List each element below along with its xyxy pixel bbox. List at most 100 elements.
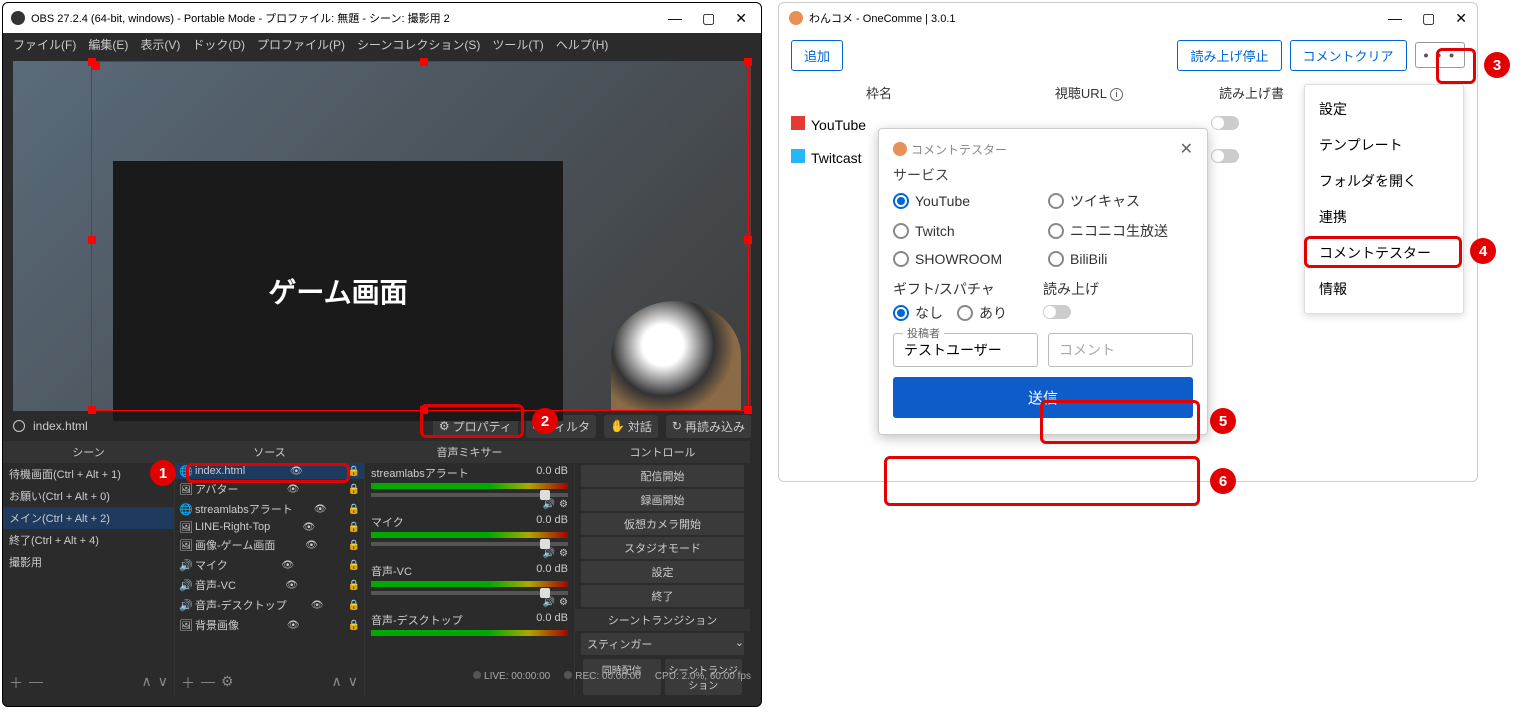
start-stream-button[interactable]: 配信開始 (581, 465, 744, 487)
menu-open-folder[interactable]: フォルダを開く (1305, 163, 1463, 199)
service-radio-niconico[interactable]: ニコニコ生放送 (1048, 221, 1193, 241)
submit-button[interactable]: 送信 (893, 377, 1193, 418)
stop-tts-button[interactable]: 読み上げ停止 (1177, 40, 1281, 71)
lock-icon[interactable]: 🔒 (348, 522, 360, 533)
service-radio-twitch[interactable]: Twitch (893, 221, 1038, 241)
clear-comments-button[interactable]: コメントクリア (1290, 40, 1407, 71)
lock-icon[interactable]: 🔒 (348, 620, 360, 631)
scene-item[interactable]: 終了(Ctrl + Alt + 4) (3, 529, 174, 551)
source-down-button[interactable]: ∨ (348, 673, 358, 693)
gift-radio-yes[interactable]: あり (957, 303, 1007, 323)
visibility-icon[interactable]: 👁 (285, 580, 298, 591)
lock-icon[interactable]: 🔒 (348, 540, 360, 551)
service-radio-bilibili[interactable]: BiliBili (1048, 251, 1193, 267)
gear-icon[interactable]: ⚙ (559, 499, 568, 510)
menu-file[interactable]: ファイル(F) (13, 36, 76, 53)
source-item[interactable]: 🖼画像-ゲーム画面👁🔒 (175, 535, 364, 555)
add-source-button[interactable]: ＋ (181, 673, 195, 693)
service-radio-twicas[interactable]: ツイキャス (1048, 191, 1193, 211)
visibility-icon[interactable]: 👁 (287, 620, 300, 631)
obs-preview[interactable]: ゲーム画面 (13, 61, 751, 411)
close-button[interactable]: ✕ (1455, 10, 1467, 27)
source-settings-button[interactable]: ⚙ (221, 673, 234, 693)
visibility-icon[interactable]: 👁 (311, 600, 324, 611)
menu-comment-tester[interactable]: コメントテスター (1305, 235, 1463, 271)
volume-slider[interactable] (371, 542, 568, 546)
start-record-button[interactable]: 録画開始 (581, 489, 744, 511)
scene-item[interactable]: 撮影用 (3, 551, 174, 573)
menu-tools[interactable]: ツール(T) (492, 36, 543, 53)
tts-toggle[interactable] (1211, 149, 1239, 163)
close-button[interactable]: ✕ (1180, 139, 1193, 159)
service-radio-showroom[interactable]: SHOWROOM (893, 251, 1038, 267)
source-item[interactable]: 🔊音声-デスクトップ👁🔒 (175, 595, 364, 615)
menu-settings[interactable]: 設定 (1305, 91, 1463, 127)
transition-select[interactable]: スティンガー ⌄ (581, 633, 744, 655)
volume-slider[interactable] (371, 493, 568, 497)
lock-icon[interactable]: 🔒 (348, 600, 360, 611)
menu-edit[interactable]: 編集(E) (88, 36, 128, 53)
scene-down-button[interactable]: ∨ (158, 673, 168, 693)
scene-item[interactable]: 待機画面(Ctrl + Alt + 1) (3, 463, 174, 485)
mute-icon[interactable]: 🔊 (543, 548, 555, 559)
menu-profile[interactable]: プロファイル(P) (257, 36, 345, 53)
comment-input[interactable] (1048, 333, 1193, 367)
more-menu-button[interactable]: • • • (1415, 42, 1465, 68)
source-up-button[interactable]: ∧ (332, 673, 342, 693)
menu-info[interactable]: 情報 (1305, 271, 1463, 307)
menu-template[interactable]: テンプレート (1305, 127, 1463, 163)
menu-scenecollection[interactable]: シーンコレクション(S) (357, 36, 480, 53)
start-virtual-cam-button[interactable]: 仮想カメラ開始 (581, 513, 744, 535)
gear-icon[interactable]: ⚙ (559, 597, 568, 608)
gift-radio-none[interactable]: なし (893, 303, 943, 323)
source-item[interactable]: 🔊音声-VC👁🔒 (175, 575, 364, 595)
visibility-icon[interactable]: 👁 (290, 466, 303, 477)
minimize-button[interactable]: — (668, 10, 682, 27)
lock-icon[interactable]: 🔒 (348, 504, 360, 515)
visibility-icon[interactable]: 👁 (314, 504, 327, 515)
reload-button[interactable]: ↻再読み込み (666, 415, 751, 438)
minimize-button[interactable]: — (1388, 10, 1402, 27)
source-item[interactable]: 🖼背景画像👁🔒 (175, 615, 364, 635)
menu-integration[interactable]: 連携 (1305, 199, 1463, 235)
scene-up-button[interactable]: ∧ (142, 673, 152, 693)
maximize-button[interactable]: ▢ (1422, 10, 1435, 27)
mute-icon[interactable]: 🔊 (543, 499, 555, 510)
visibility-icon[interactable]: 👁 (305, 540, 318, 551)
maximize-button[interactable]: ▢ (702, 10, 715, 27)
source-item[interactable]: 🌐streamlabsアラート👁🔒 (175, 499, 364, 519)
settings-button[interactable]: 設定 (581, 561, 744, 583)
obs-logo-icon (11, 11, 25, 25)
tts-toggle[interactable] (1043, 305, 1071, 319)
menu-dock[interactable]: ドック(D) (192, 36, 245, 53)
add-scene-button[interactable]: ＋ (9, 673, 23, 693)
tts-toggle[interactable] (1211, 116, 1239, 130)
lock-icon[interactable]: 🔒 (348, 484, 360, 495)
scene-item[interactable]: お願い(Ctrl + Alt + 0) (3, 485, 174, 507)
gear-icon[interactable]: ⚙ (559, 548, 568, 559)
lock-icon[interactable]: 🔒 (348, 466, 360, 477)
source-item[interactable]: 🔊マイク👁🔒 (175, 555, 364, 575)
lock-icon[interactable]: 🔒 (348, 560, 360, 571)
source-item[interactable]: 🖼LINE-Right-Top👁🔒 (175, 519, 364, 535)
add-button[interactable]: 追加 (791, 40, 843, 71)
remove-source-button[interactable]: — (201, 673, 215, 693)
mute-icon[interactable]: 🔊 (543, 597, 555, 608)
lock-icon[interactable]: 🔒 (348, 580, 360, 591)
menu-help[interactable]: ヘルプ(H) (556, 36, 609, 53)
studio-mode-button[interactable]: スタジオモード (581, 537, 744, 559)
visibility-icon[interactable]: 👁 (303, 522, 316, 533)
interact-button[interactable]: ✋対話 (604, 415, 658, 438)
source-item[interactable]: 🖼アバター👁🔒 (175, 479, 364, 499)
menu-view[interactable]: 表示(V) (140, 36, 180, 53)
visibility-icon[interactable]: 👁 (287, 484, 300, 495)
source-item[interactable]: 🌐index.html👁🔒 (175, 463, 364, 479)
close-button[interactable]: ✕ (735, 10, 747, 27)
volume-slider[interactable] (371, 591, 568, 595)
remove-scene-button[interactable]: — (29, 673, 43, 693)
info-icon[interactable]: i (1110, 88, 1123, 101)
service-radio-youtube[interactable]: YouTube (893, 191, 1038, 211)
visibility-icon[interactable]: 👁 (281, 560, 294, 571)
exit-button[interactable]: 終了 (581, 585, 744, 607)
scene-item[interactable]: メイン(Ctrl + Alt + 2) (3, 507, 174, 529)
